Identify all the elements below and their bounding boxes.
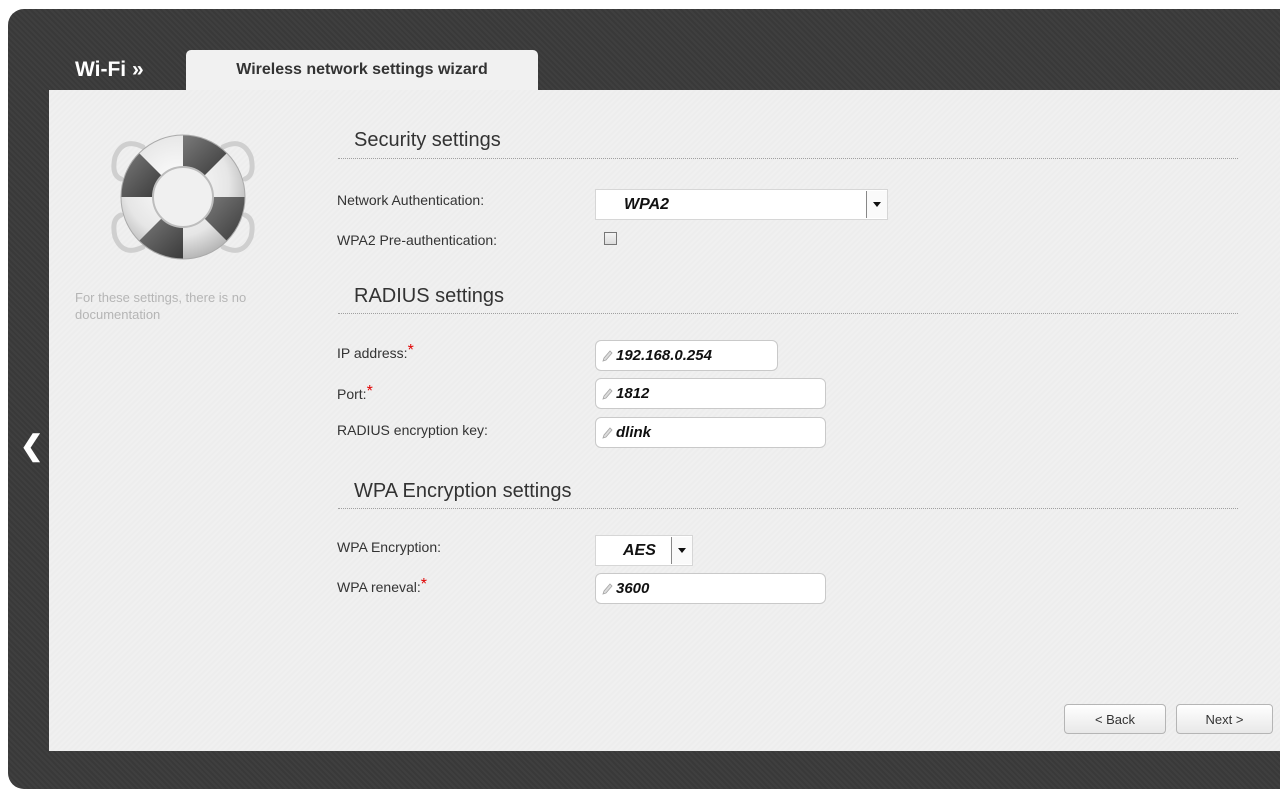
- next-button[interactable]: Next >: [1176, 704, 1273, 734]
- pencil-icon: [602, 349, 613, 362]
- wpa-encryption-select[interactable]: AES: [595, 535, 693, 566]
- port-label: Port:*: [337, 383, 373, 404]
- port-input[interactable]: 1812: [595, 378, 826, 409]
- lifebuoy-icon: [111, 134, 255, 260]
- ip-address-label: IP address:*: [337, 342, 414, 363]
- wpa-encryption-label: WPA Encryption:: [337, 539, 442, 555]
- security-settings-title: Security settings: [354, 129, 501, 151]
- wpa-renewal-value: 3600: [616, 580, 650, 597]
- pencil-icon: [602, 387, 613, 400]
- pencil-icon: [602, 426, 613, 439]
- required-marker: *: [366, 383, 373, 400]
- radius-key-input[interactable]: dlink: [595, 417, 826, 448]
- section-divider: [338, 508, 1238, 509]
- network-auth-select[interactable]: WPA2: [595, 189, 888, 220]
- ip-address-value: 192.168.0.254: [616, 347, 712, 364]
- required-marker: *: [407, 342, 414, 359]
- radius-settings-title: RADIUS settings: [354, 285, 505, 307]
- port-value: 1812: [616, 385, 650, 402]
- wpa-encryption-settings-title: WPA Encryption settings: [354, 480, 572, 502]
- section-divider: [338, 313, 1238, 314]
- radius-key-value: dlink: [616, 424, 652, 441]
- wpa-encryption-value: AES: [623, 541, 656, 559]
- wpa2-preauth-checkbox[interactable]: [604, 232, 617, 245]
- radius-key-label: RADIUS encryption key:: [337, 422, 488, 438]
- back-button[interactable]: < Back: [1064, 704, 1166, 734]
- chevron-down-icon[interactable]: [671, 537, 692, 564]
- wpa-renewal-input[interactable]: 3600: [595, 573, 826, 604]
- nav-back-arrow-icon[interactable]: ❮: [20, 432, 43, 460]
- wpa2-preauth-label: WPA2 Pre-authentication:: [337, 232, 498, 248]
- pencil-icon: [602, 582, 613, 595]
- wpa-renewal-label-text: WPA reneval:: [337, 579, 421, 595]
- network-auth-label: Network Authentication:: [337, 192, 485, 208]
- ip-address-label-text: IP address:: [337, 345, 408, 361]
- wpa-renewal-label: WPA reneval:*: [337, 576, 428, 597]
- port-label-text: Port:: [337, 386, 367, 402]
- section-divider: [338, 158, 1238, 159]
- section-breadcrumb[interactable]: Wi-Fi »: [75, 58, 144, 82]
- required-marker: *: [420, 576, 428, 593]
- tab-wireless-wizard[interactable]: Wireless network settings wizard: [186, 50, 538, 90]
- no-documentation-text: For these settings, there is no document…: [75, 290, 247, 322]
- network-auth-value: WPA2: [624, 195, 670, 213]
- chevron-down-icon[interactable]: [866, 191, 887, 218]
- ip-address-input[interactable]: 192.168.0.254: [595, 340, 778, 371]
